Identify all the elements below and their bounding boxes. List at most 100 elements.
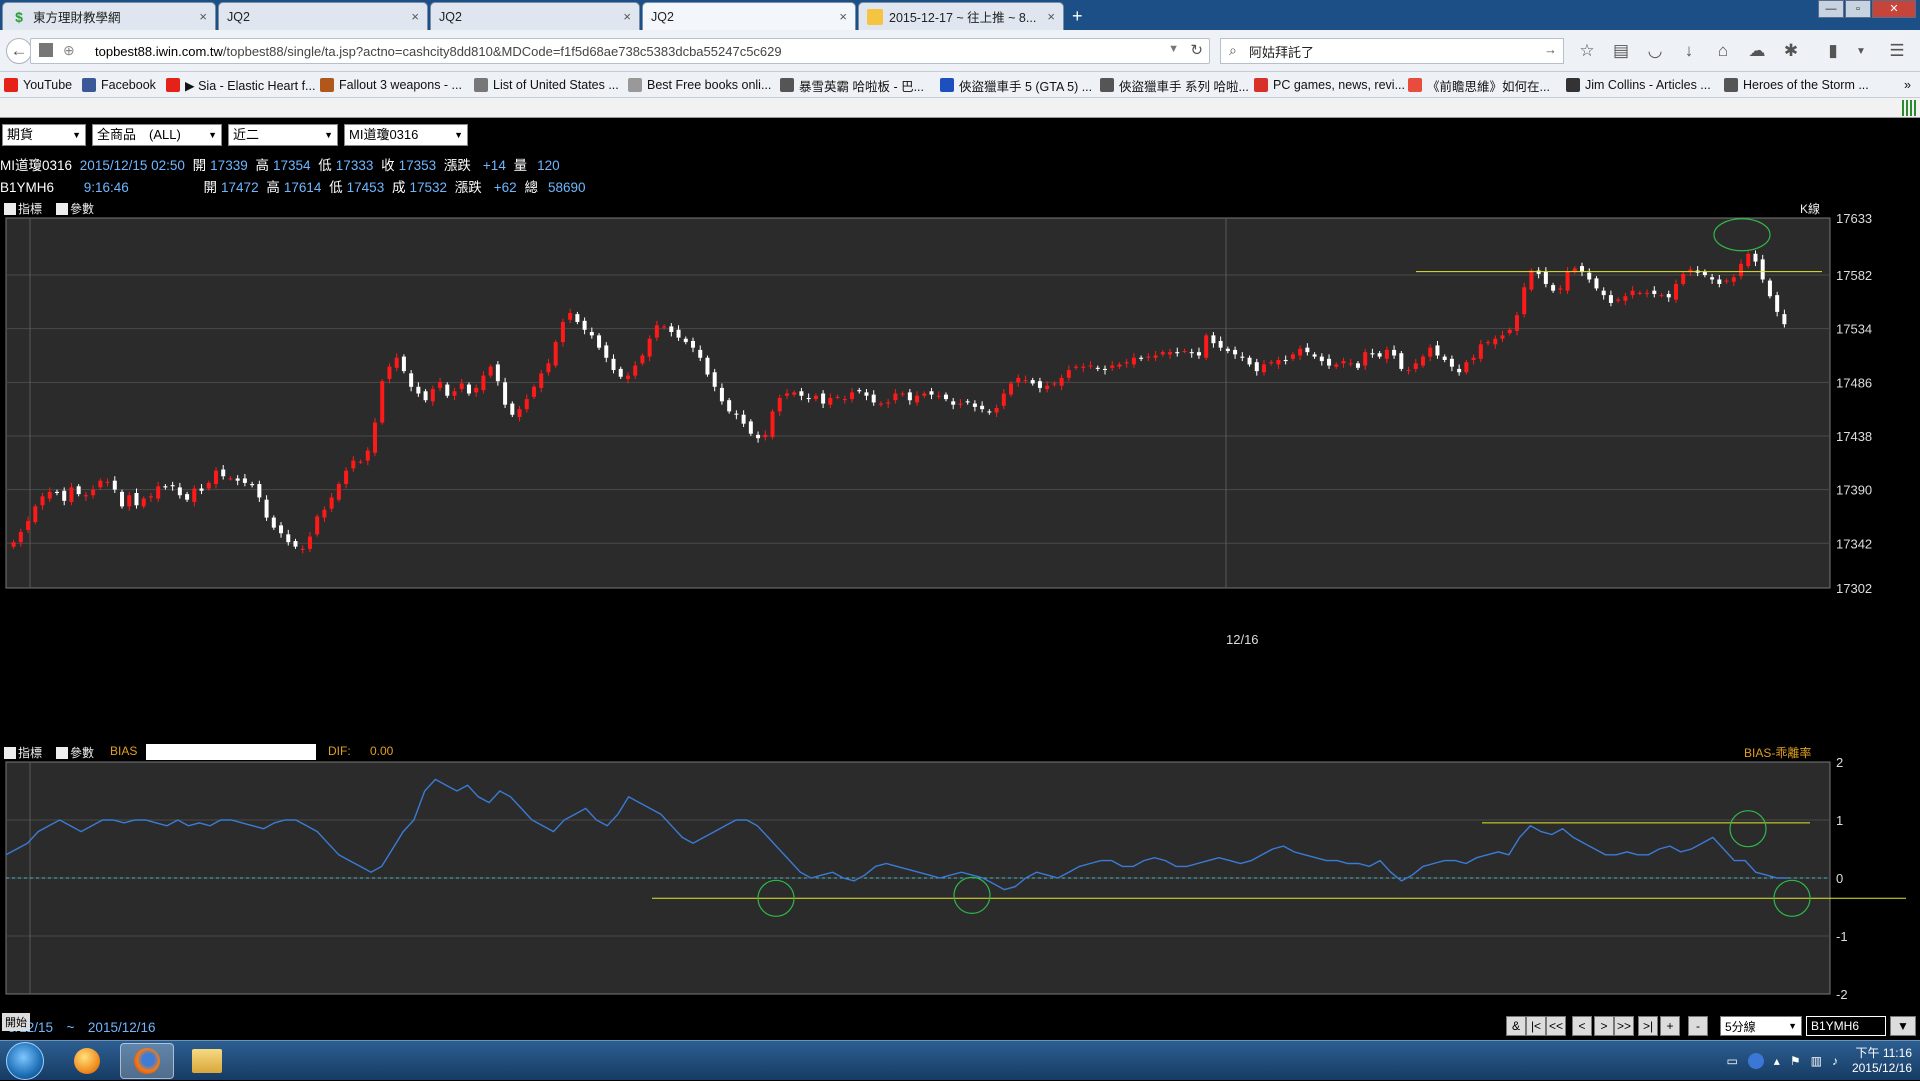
candle-body — [683, 338, 688, 343]
candle-body — [1341, 361, 1346, 364]
go-arrow-icon[interactable]: → — [1544, 42, 1557, 57]
flag-icon[interactable]: ⚑ — [1790, 1054, 1801, 1068]
bookmark-item[interactable]: Facebook — [82, 76, 156, 94]
home-icon[interactable]: ⌂ — [1710, 39, 1736, 63]
candle-body — [1428, 347, 1433, 357]
network-icon[interactable]: ▥ — [1811, 1054, 1822, 1068]
bookmark-item[interactable]: Fallout 3 weapons - ... — [320, 76, 462, 94]
symbol-input[interactable]: B1YMH6 — [1806, 1016, 1886, 1036]
chat-icon[interactable]: ☁ — [1744, 39, 1770, 63]
news-icon — [1408, 78, 1422, 92]
bookmark-item[interactable]: List of United States ... — [474, 76, 619, 94]
bookmark-item[interactable]: PC games, news, revi... — [1254, 76, 1405, 94]
keyboard-icon[interactable]: ▭ — [1726, 1054, 1737, 1068]
chart-nav-button[interactable]: >> — [1614, 1016, 1634, 1036]
tab-east-finance[interactable]: $ 東方理財教學網 × — [2, 2, 216, 30]
bookmark-item[interactable]: 俠盜獵車手 5 (GTA 5) ... — [940, 76, 1092, 94]
new-tab-button[interactable]: + — [1072, 6, 1083, 27]
candle-body — [1117, 364, 1122, 367]
minimize-button[interactable]: — — [1818, 0, 1844, 18]
candle-body — [727, 400, 732, 412]
reload-icon[interactable]: ↻ — [1190, 41, 1203, 59]
bookmark-item[interactable]: Best Free books onli... — [628, 76, 771, 94]
candle-body — [1543, 271, 1548, 284]
candle-body — [445, 384, 450, 396]
tab-jq2-active[interactable]: JQ2 × — [642, 2, 856, 30]
candle-body — [524, 399, 529, 410]
bookmark-item[interactable]: 暴雪英霸 哈啦板 - 巴... — [780, 76, 924, 94]
chart-nav-button[interactable]: + — [1660, 1016, 1680, 1036]
candle-body — [380, 381, 385, 423]
search-bar[interactable]: ⌕ 阿姑拜託了 → — [1220, 38, 1564, 64]
chart-nav-button[interactable]: - — [1688, 1016, 1708, 1036]
bookmark-item[interactable]: 《前瞻思維》如何在... — [1408, 76, 1550, 94]
candle-body — [864, 392, 869, 396]
note-icon — [867, 8, 883, 25]
chevron-down-icon[interactable]: ▼ — [1848, 39, 1874, 63]
dropdown-arrow-icon[interactable]: ▼ — [1890, 1016, 1916, 1036]
bookmark-item[interactable]: Jim Collins - Articles ... — [1566, 76, 1711, 94]
close-icon[interactable]: × — [411, 9, 419, 24]
close-window-button[interactable]: ✕ — [1872, 0, 1916, 18]
bookmark-item[interactable]: YouTube — [4, 76, 72, 94]
candle-body — [1630, 290, 1635, 296]
close-icon[interactable]: × — [623, 9, 631, 24]
start-button[interactable]: 開始 — [2, 1013, 30, 1031]
chart-nav-button[interactable]: > — [1594, 1016, 1614, 1036]
clipboard-icon[interactable]: ▤ — [1608, 39, 1634, 63]
download-icon[interactable]: ↓ — [1676, 39, 1702, 63]
taskbar-app-icon[interactable] — [60, 1043, 114, 1079]
candle-body — [922, 393, 927, 396]
dropdown-arrow-icon[interactable]: ▼ — [1168, 43, 1179, 55]
battery-icon[interactable]: ▮ — [1820, 39, 1846, 63]
chart-nav-button[interactable]: & — [1506, 1016, 1526, 1036]
windows-start-icon[interactable] — [6, 1042, 44, 1080]
tab-jq2-1[interactable]: JQ2 × — [218, 2, 428, 30]
help-icon[interactable] — [1747, 1053, 1764, 1069]
bahamut-icon — [780, 78, 794, 92]
tab-jq2-2[interactable]: JQ2 × — [430, 2, 640, 30]
clock[interactable]: 下午 11:16 2015/12/16 — [1852, 1046, 1912, 1076]
candle-body — [1153, 355, 1158, 358]
close-icon[interactable]: × — [1047, 9, 1055, 24]
candle-body — [1168, 352, 1173, 355]
interval-select[interactable]: 5分線 ▼ — [1720, 1016, 1802, 1036]
candle-body — [698, 349, 703, 358]
candle-body — [170, 485, 175, 487]
bookmark-item[interactable]: ▶ Sia - Elastic Heart f... — [166, 76, 315, 94]
bookmark-label: Fallout 3 weapons - ... — [339, 78, 462, 92]
window-controls: — ▫ ✕ — [1817, 0, 1916, 20]
bookmark-item[interactable]: Heroes of the Storm ... — [1724, 76, 1869, 94]
bookmark-item[interactable]: 俠盜獵車手 系列 哈啦... — [1100, 76, 1249, 94]
chart-canvas[interactable]: 17302 17342 17390 17438 17486 17534 17582 17633… — [0, 98, 1920, 1043]
close-icon[interactable]: × — [199, 9, 207, 24]
tab-note[interactable]: 2015-12-17 ~ 往上推 ~ 8... × — [858, 2, 1064, 30]
chart-nav-button[interactable]: << — [1546, 1016, 1566, 1036]
taskbar-firefox[interactable] — [120, 1043, 174, 1079]
back-arrow-icon[interactable]: ← — [6, 38, 32, 64]
maximize-button[interactable]: ▫ — [1845, 0, 1871, 18]
puzzle-icon[interactable]: ✱ — [1778, 39, 1804, 63]
chart-nav-button[interactable]: |< — [1526, 1016, 1546, 1036]
search-input[interactable]: 阿姑拜託了 — [1249, 42, 1314, 61]
candle-body — [1283, 359, 1288, 362]
close-icon[interactable]: × — [839, 9, 847, 24]
tray-arrow-icon[interactable]: ▴ — [1774, 1054, 1780, 1068]
pocket-icon[interactable]: ◡ — [1642, 39, 1668, 63]
navigation-bar: ← ⊕ topbest88.iwin.com.tw/topbest88/sing… — [0, 30, 1920, 72]
bookmark-label: 暴雪英霸 哈啦板 - 巴... — [799, 79, 925, 94]
chart-nav-button[interactable]: < — [1572, 1016, 1592, 1036]
facebook-icon — [82, 78, 96, 92]
menu-icon[interactable]: ☰ — [1884, 39, 1910, 63]
taskbar-explorer[interactable] — [180, 1043, 234, 1079]
bookmark-label: Jim Collins - Articles ... — [1585, 78, 1711, 92]
chart-nav-button[interactable]: >| — [1638, 1016, 1658, 1036]
bookmarks-overflow-icon[interactable]: » — [1904, 76, 1911, 94]
url-bar[interactable]: ⊕ topbest88.iwin.com.tw/topbest88/single… — [30, 38, 1210, 64]
star-icon[interactable]: ☆ — [1574, 39, 1600, 63]
candle-body — [148, 496, 153, 498]
candle-body — [228, 478, 233, 480]
candle-body — [300, 548, 305, 550]
volume-icon[interactable]: ♪ — [1832, 1054, 1838, 1068]
candle-body — [1435, 345, 1440, 356]
